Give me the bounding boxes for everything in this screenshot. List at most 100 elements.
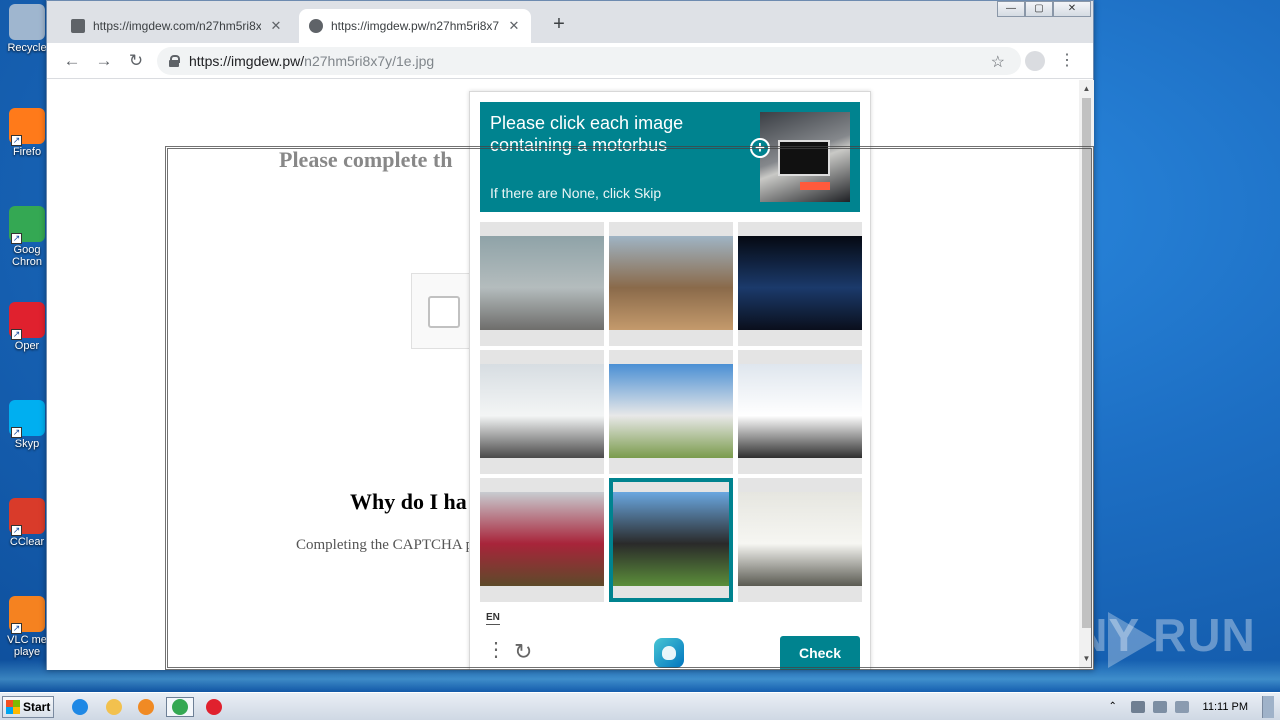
captcha-tile-image	[609, 364, 733, 458]
expand-sample-icon[interactable]: +	[750, 138, 770, 158]
taskbar-app[interactable]	[166, 697, 194, 717]
completing-text: Completing the CAPTCHA p	[296, 537, 474, 553]
scroll-up-icon[interactable]: ▲	[1082, 84, 1091, 93]
reload-button[interactable]: ↻	[125, 50, 147, 72]
desktop-shortcut-label: Skyp	[14, 438, 40, 450]
desktop-shortcut-label: Oper	[14, 340, 40, 352]
forward-button[interactable]: →	[93, 50, 115, 72]
show-desktop-button[interactable]	[1262, 696, 1274, 718]
taskbar: Start ⌃ 11:11 PM	[0, 692, 1280, 720]
captcha-tile-image	[738, 364, 862, 458]
shortcut-arrow-icon: ↗	[11, 135, 22, 146]
captcha-checkbox[interactable]	[428, 296, 460, 328]
shortcut-arrow-icon: ↗	[11, 623, 22, 634]
hcaptcha-logo-icon	[654, 638, 684, 668]
taskbar-clock[interactable]: 11:11 PM	[1203, 701, 1248, 713]
tray-arrow-icon[interactable]: ⌃	[1109, 701, 1123, 713]
vlc-icon: ↗	[9, 596, 45, 634]
sample-display	[800, 182, 830, 190]
desktop-shortcut[interactable]: ↗ CClear	[6, 498, 48, 548]
bookmark-star-icon[interactable]: ☆	[991, 52, 1005, 72]
minimize-button[interactable]: —	[997, 1, 1025, 17]
opera-taskbar-icon	[206, 699, 222, 715]
system-tray: ⌃ 11:11 PM	[1109, 693, 1280, 720]
captcha-challenge: Please click each image containing a mot…	[469, 91, 871, 670]
desktop-shortcut[interactable]: ↗ Skyp	[6, 400, 48, 450]
taskbar-app[interactable]	[66, 697, 94, 717]
captcha-tile-image	[738, 236, 862, 330]
page-favicon-icon	[71, 19, 85, 33]
refresh-challenge-icon[interactable]: ↻	[514, 640, 538, 664]
captcha-tile-bus-white-green[interactable]	[480, 350, 604, 474]
captcha-tile-bus-side[interactable]	[738, 478, 862, 602]
captcha-tile-image	[480, 236, 604, 330]
volume-icon[interactable]	[1130, 701, 1145, 713]
windows-flag-icon	[6, 700, 20, 714]
captcha-tile-image	[609, 236, 733, 330]
network-icon[interactable]	[1152, 701, 1167, 713]
browser-toolbar: ← → ↻ https://imgdew.pw/n27hm5ri8x7y/1e.…	[47, 43, 1093, 79]
ccleaner-icon: ↗	[9, 498, 45, 536]
scroll-thumb[interactable]	[1082, 98, 1091, 628]
desktop-shortcut-label: Goog Chron	[12, 244, 42, 268]
lock-icon	[169, 55, 180, 67]
taskbar-app[interactable]	[100, 697, 128, 717]
check-button[interactable]: Check	[780, 636, 860, 670]
recycle-bin-icon	[9, 4, 45, 40]
captcha-tile-coach-red[interactable]	[609, 350, 733, 474]
tab-close-icon[interactable]: ✕	[269, 18, 283, 34]
shortcut-arrow-icon: ↗	[11, 427, 22, 438]
desktop-shortcut-label: CClear	[9, 536, 45, 548]
taskbar-app[interactable]	[132, 697, 160, 717]
start-button[interactable]: Start	[2, 696, 54, 718]
back-button[interactable]: ←	[61, 50, 83, 72]
vertical-scrollbar[interactable]: ▲ ▼	[1079, 80, 1094, 670]
captcha-tile-image	[613, 492, 729, 586]
sample-image	[760, 112, 850, 202]
desktop-shortcut[interactable]: ↗ Goog Chron	[6, 206, 48, 268]
new-tab-button[interactable]: +	[549, 14, 569, 35]
close-window-button[interactable]: ✕	[1053, 1, 1091, 17]
captcha-tile-bus-night[interactable]	[738, 222, 862, 346]
tab-imgdew-pw[interactable]: https://imgdew.pw/n27hm5ri8x7y/1e.jpg ✕	[299, 9, 531, 43]
chrome-icon: ↗	[9, 206, 45, 244]
desktop-shortcut[interactable]: ↗ Oper	[6, 302, 48, 352]
chrome-taskbar-icon	[172, 699, 188, 715]
captcha-tile-image	[480, 364, 604, 458]
captcha-tile-truck[interactable]	[609, 222, 733, 346]
captcha-tile-airplane[interactable]	[480, 222, 604, 346]
language-selector[interactable]: EN	[486, 612, 500, 625]
taskbar-app[interactable]	[200, 697, 228, 717]
profile-avatar[interactable]	[1025, 51, 1045, 71]
desktop-shortcut[interactable]: ↗ VLC me playe	[6, 596, 48, 658]
scroll-down-icon[interactable]: ▼	[1082, 654, 1091, 663]
maximize-button[interactable]: ▢	[1025, 1, 1053, 17]
captcha-tile-coach-station[interactable]	[738, 350, 862, 474]
shortcut-arrow-icon: ↗	[11, 233, 22, 244]
captcha-tile-motorcycle-dash[interactable]	[609, 478, 733, 602]
explorer-icon	[106, 699, 122, 715]
opera-icon: ↗	[9, 302, 45, 340]
prompt-subtext: If there are None, click Skip	[490, 185, 662, 201]
desktop-shortcut-label: Recycle	[7, 42, 47, 54]
more-options-icon[interactable]: ⋮	[486, 640, 506, 660]
page-viewport: Please complete th Why do I ha Completin…	[47, 80, 1079, 670]
address-bar[interactable]: https://imgdew.pw/n27hm5ri8x7y/1e.jpg	[157, 47, 1021, 75]
shortcut-arrow-icon: ↗	[11, 329, 22, 340]
tab-title: https://imgdew.com/n27hm5ri8x7y/1e.jpg	[93, 19, 261, 33]
browser-menu-button[interactable]: ⋮	[1059, 50, 1075, 70]
tab-imgdew-com[interactable]: https://imgdew.com/n27hm5ri8x7y/1e.jpg ✕	[61, 9, 293, 43]
desktop-shortcut-label: VLC me playe	[7, 634, 47, 658]
captcha-tile-train-crossing[interactable]	[480, 478, 604, 602]
page-title: Please complete th	[279, 147, 453, 172]
tab-close-icon[interactable]: ✕	[507, 18, 521, 34]
desktop-shortcut[interactable]: Recycle	[6, 4, 48, 54]
challenge-prompt: Please click each image containing a mot…	[480, 102, 860, 212]
ie-icon	[72, 699, 88, 715]
tab-strip: https://imgdew.com/n27hm5ri8x7y/1e.jpg ✕…	[47, 1, 1093, 43]
prompt-text: Please click each image containing a mot…	[490, 113, 684, 155]
desktop-shortcut[interactable]: ↗ Firefo	[6, 108, 48, 158]
action-center-flag-icon[interactable]	[1174, 701, 1189, 713]
firefox-icon: ↗	[9, 108, 45, 146]
captcha-tile-image	[738, 492, 862, 586]
